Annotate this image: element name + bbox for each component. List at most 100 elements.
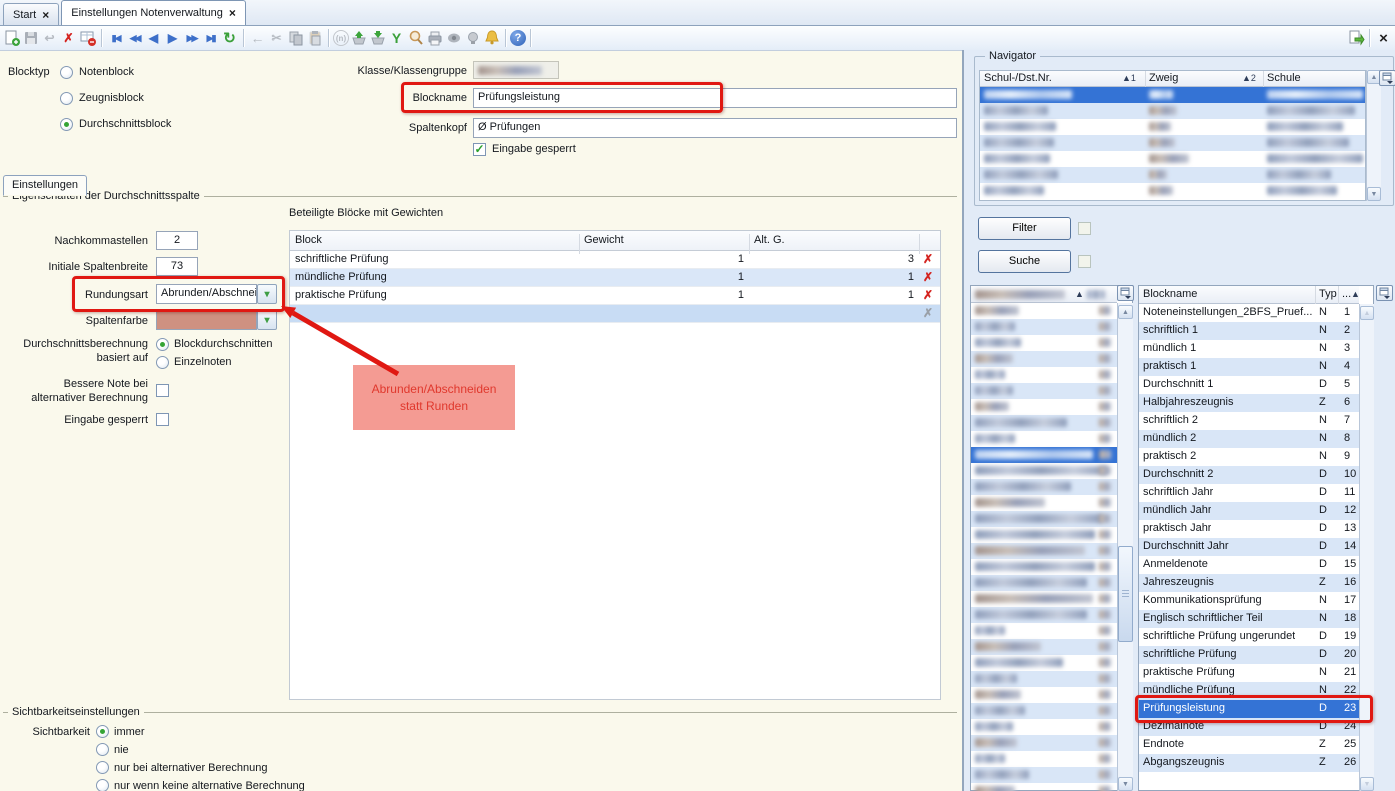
column-chooser-button[interactable] [1379,70,1395,86]
nav-forward-icon[interactable]: ▶ [163,28,182,48]
group-list-row[interactable] [971,527,1117,543]
navigator-row[interactable] [980,87,1365,103]
block-name[interactable]: mündlich Jahr [1143,504,1211,516]
block-name[interactable]: Jahreszeugnis [1143,576,1214,588]
block-name[interactable]: Abgangszeugnis [1143,756,1224,768]
block-name[interactable]: mündliche Prüfung [1143,684,1235,696]
scroll-up-icon[interactable]: ▲ [1118,305,1133,319]
close-panel-icon[interactable]: × [1374,28,1393,48]
weights-row-empty[interactable]: ✗ [290,305,940,323]
block-name[interactable]: Halbjahreszeugnis [1143,396,1234,408]
block-list-row[interactable]: Noteneinstellungen_2BFS_Pruef...N1 [1139,304,1359,322]
group-list-row[interactable] [971,383,1117,399]
cell[interactable]: 1 [754,271,914,283]
radio-nie[interactable] [96,743,109,756]
block-name[interactable]: Durchschnitt 1 [1143,378,1213,390]
weights-row[interactable]: mündliche Prüfung11✗ [290,269,940,287]
block-name[interactable]: schriftlich 1 [1143,324,1198,336]
group-list-row[interactable] [971,607,1117,623]
radio-zeugnisblock[interactable] [60,92,73,105]
navigator-row[interactable] [980,103,1365,119]
block-name[interactable]: praktisch 1 [1143,360,1196,372]
block-list-row[interactable]: AbgangszeugnisZ26 [1139,754,1359,772]
cell[interactable]: 1 [584,289,744,301]
rundungsart-combo-value[interactable]: Abrunden/Abschneiden [156,284,257,304]
nav-last-icon[interactable]: ▶▮ [201,28,220,48]
block-list-scrollbar[interactable]: ▲ ▼ [1359,304,1374,791]
block-list-row[interactable]: mündlich 2N8 [1139,430,1359,448]
group-list-row[interactable] [971,463,1117,479]
scrollbar-thumb[interactable] [1118,546,1133,642]
group-list-row[interactable] [971,655,1117,671]
group-list-row[interactable] [971,415,1117,431]
radio-nur-wenn-keine[interactable] [96,779,109,791]
block-list-row[interactable]: HalbjahreszeugnisZ6 [1139,394,1359,412]
row-delete-icon[interactable]: ✗ [919,288,937,303]
navigator-row[interactable] [980,167,1365,183]
block-list-row[interactable]: schriftlich 1N2 [1139,322,1359,340]
block-name[interactable]: schriftlich 2 [1143,414,1198,426]
block-name[interactable]: Noteneinstellungen_2BFS_Pruef... [1143,306,1312,318]
block-list-row[interactable]: praktisch 1N4 [1139,358,1359,376]
col-zweig[interactable]: Zweig [1149,72,1178,84]
scroll-down-icon[interactable]: ▼ [1118,777,1133,791]
group-list-row[interactable] [971,575,1117,591]
group-list-header[interactable]: ▲ [971,286,1117,303]
group-list-row[interactable] [971,335,1117,351]
rundungsart-combo-chevron-icon[interactable]: ▾ [257,284,277,304]
group-list-row[interactable] [971,495,1117,511]
block-name[interactable]: praktisch 2 [1143,450,1196,462]
copy-icon[interactable] [286,28,305,48]
cell[interactable]: praktische Prüfung [295,289,575,301]
block-list-row[interactable]: JahreszeugnisZ16 [1139,574,1359,592]
group-list-row[interactable] [971,319,1117,335]
block-list-row[interactable]: schriftlich 2N7 [1139,412,1359,430]
block-list-row[interactable]: mündliche PrüfungN22 [1139,682,1359,700]
spaltenkopf-input[interactable]: Ø Prüfungen [473,118,957,138]
radio-nur-bei-alternativer[interactable] [96,761,109,774]
group-list-row[interactable] [971,719,1117,735]
col-altg[interactable]: Alt. G. [754,234,785,246]
group-list-row[interactable] [971,479,1117,495]
filter-checkbox[interactable] [1078,222,1091,235]
navigator-scrollbar[interactable]: ▲ ▼ [1366,70,1381,201]
scroll-down-icon[interactable]: ▼ [1360,777,1374,791]
weights-row[interactable]: schriftliche Prüfung13✗ [290,251,940,269]
group-list-scrollbar[interactable]: ▲ ▼ [1117,303,1133,791]
group-list-row[interactable] [971,351,1117,367]
group-list-row[interactable] [971,431,1117,447]
block-list-row[interactable]: mündlich 1N3 [1139,340,1359,358]
block-list-row[interactable]: DezimalnoteD24 [1139,718,1359,736]
group-list-row[interactable] [971,447,1117,463]
hint-bulb-icon[interactable] [463,28,482,48]
group-list-row[interactable] [971,783,1117,791]
count-icon[interactable]: (n) [333,30,349,46]
new-document-icon[interactable] [2,28,21,48]
bessere-note-checkbox[interactable] [156,384,169,397]
suche-checkbox[interactable] [1078,255,1091,268]
group-list-row[interactable] [971,399,1117,415]
help-icon[interactable]: ? [510,30,526,46]
cut-icon[interactable]: ✂ [267,28,286,48]
refresh-icon[interactable]: ↻ [220,28,239,48]
col-gewicht[interactable]: Gewicht [584,234,624,246]
col-typ[interactable]: Typ [1319,288,1337,300]
radio-einzelnoten[interactable] [156,356,169,369]
group-list-row[interactable] [971,703,1117,719]
block-name[interactable]: Durchschnitt 2 [1143,468,1213,480]
group-list-row[interactable] [971,303,1117,319]
spaltenbreite-input[interactable]: 73 [156,257,198,276]
tab-close-icon[interactable]: × [42,10,49,20]
group-list-row[interactable] [971,543,1117,559]
scroll-down-icon[interactable]: ▼ [1367,187,1381,201]
group-list-row[interactable] [971,767,1117,783]
cell[interactable]: 1 [754,289,914,301]
tab-start[interactable]: Start × [3,3,59,25]
spaltenfarbe-combo-chevron-icon[interactable]: ▾ [257,310,277,330]
tab-einstellungen-notenverwaltung[interactable]: Einstellungen Notenverwaltung × [61,0,246,25]
group-list-row[interactable] [971,623,1117,639]
notification-bell-icon[interactable] [482,28,501,48]
block-list-row[interactable]: schriftliche PrüfungD20 [1139,646,1359,664]
radio-notenblock[interactable] [60,66,73,79]
cell[interactable]: 1 [584,253,744,265]
